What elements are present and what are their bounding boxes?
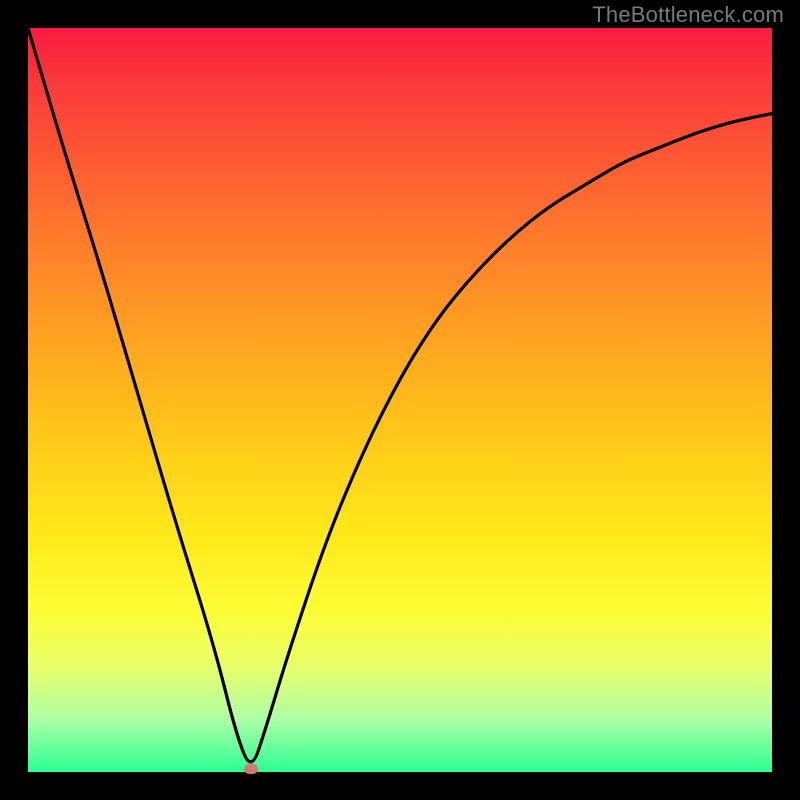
- plot-area: [28, 28, 772, 772]
- watermark-text: TheBottleneck.com: [592, 2, 784, 28]
- minimum-marker: [244, 764, 258, 774]
- chart-frame: TheBottleneck.com: [0, 0, 800, 800]
- bottleneck-curve: [28, 28, 772, 772]
